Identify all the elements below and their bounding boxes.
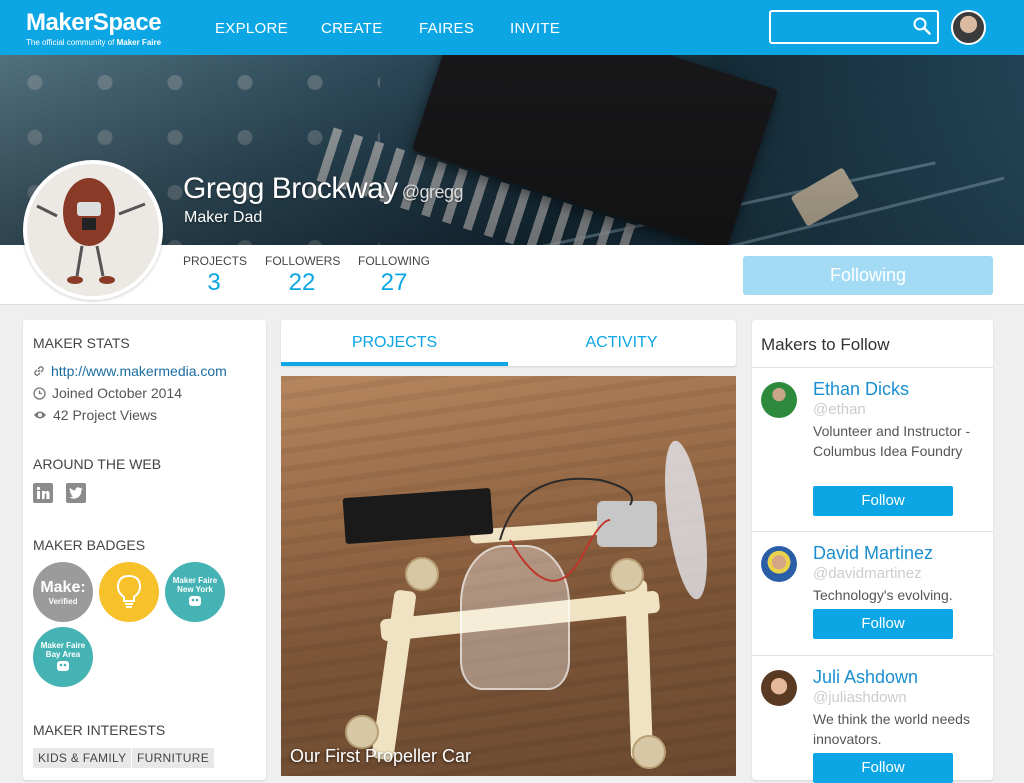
maker-stats-title: MAKER STATS bbox=[33, 335, 130, 351]
robot-icon bbox=[57, 661, 69, 671]
robot-icon bbox=[189, 596, 201, 606]
profile-handle: @gregg bbox=[401, 182, 464, 202]
stat-label: FOLLOWERS bbox=[265, 254, 341, 268]
user-avatar[interactable] bbox=[951, 10, 986, 45]
maker-name[interactable]: Juli Ashdown bbox=[813, 667, 918, 688]
clock-icon bbox=[33, 386, 46, 400]
search-input[interactable] bbox=[771, 12, 911, 42]
nav-faires[interactable]: FAIRES bbox=[419, 20, 474, 37]
maker-avatar[interactable] bbox=[761, 670, 797, 706]
logo-text: MakerSpace bbox=[26, 9, 162, 36]
maker-handle: @davidmartinez bbox=[813, 565, 922, 582]
views-text: 42 Project Views bbox=[53, 407, 158, 423]
badge-make-verified[interactable]: Make: Verified bbox=[33, 562, 93, 622]
maker-handle: @juliashdown bbox=[813, 689, 907, 706]
maker-avatar[interactable] bbox=[761, 546, 797, 582]
lightbulb-icon bbox=[116, 574, 142, 608]
stat-label: PROJECTS bbox=[183, 254, 248, 268]
maker-description: Technology's evolving. bbox=[813, 587, 953, 603]
cork-wheel bbox=[632, 735, 666, 769]
makerspace-logo[interactable]: MakerSpace The official community of Mak… bbox=[26, 8, 162, 48]
profile-name: Gregg Brockway bbox=[183, 172, 398, 205]
maker-card: Ethan Dicks @ethan Volunteer and Instruc… bbox=[752, 367, 993, 531]
stat-following[interactable]: FOLLOWING 27 bbox=[358, 254, 430, 298]
wires bbox=[499, 477, 633, 582]
cork-wheel bbox=[345, 715, 379, 749]
badge-line1: Maker Faire bbox=[40, 641, 86, 650]
maker-card: David Martinez @davidmartinez Technology… bbox=[752, 531, 993, 655]
stat-value: 27 bbox=[380, 269, 408, 296]
tab-projects[interactable]: PROJECTS bbox=[281, 320, 508, 366]
badge-line2: Bay Area bbox=[45, 650, 81, 659]
makers-to-follow: Makers to Follow Ethan Dicks @ethan Volu… bbox=[752, 320, 993, 783]
twitter-icon[interactable] bbox=[66, 483, 86, 503]
maker-name[interactable]: David Martinez bbox=[813, 543, 933, 564]
joined-text: Joined October 2014 bbox=[52, 385, 182, 401]
cork-wheel bbox=[405, 557, 439, 591]
follow-button[interactable]: Follow bbox=[813, 753, 953, 783]
content-tabs: PROJECTS ACTIVITY bbox=[281, 320, 736, 366]
around-web-title: AROUND THE WEB bbox=[33, 456, 162, 472]
badge-line2: Verified bbox=[48, 596, 78, 606]
logo-tagline: The official community of Maker Faire bbox=[26, 38, 161, 48]
badge-line1: Maker Faire bbox=[172, 576, 218, 585]
website-link[interactable]: http://www.makermedia.com bbox=[51, 363, 227, 379]
views-row: 42 Project Views bbox=[33, 407, 157, 423]
badge-line2: New York bbox=[177, 585, 213, 594]
project-caption[interactable]: Our First Propeller Car bbox=[290, 746, 471, 767]
tab-activity[interactable]: ACTIVITY bbox=[508, 320, 735, 366]
joined-row: Joined October 2014 bbox=[33, 385, 182, 401]
maker-sidebar: MAKER STATS http://www.makermedia.com Jo… bbox=[23, 320, 266, 780]
search-box bbox=[769, 10, 939, 44]
link-icon bbox=[34, 366, 44, 376]
badge-mf-bayarea[interactable]: Maker Faire Bay Area bbox=[33, 627, 93, 687]
stat-projects[interactable]: PROJECTS 3 bbox=[183, 254, 248, 298]
badge-mf-newyork[interactable]: Maker Faire New York bbox=[165, 562, 225, 622]
maker-badges-title: MAKER BADGES bbox=[33, 537, 146, 553]
interest-tag[interactable]: FURNITURE bbox=[132, 748, 215, 768]
maker-avatar[interactable] bbox=[761, 382, 797, 418]
nav-create[interactable]: CREATE bbox=[321, 20, 383, 37]
stat-value: 3 bbox=[207, 269, 221, 296]
tagline-brand: Maker Faire bbox=[116, 38, 162, 47]
tagline-text: The official community of bbox=[26, 38, 115, 47]
maker-handle: @ethan bbox=[813, 401, 866, 418]
maker-card: Juli Ashdown @juliashdown We think the w… bbox=[752, 655, 993, 783]
nav-explore[interactable]: EXPLORE bbox=[215, 20, 288, 37]
profile-avatar bbox=[23, 160, 163, 300]
search-icon[interactable] bbox=[913, 17, 931, 40]
following-button[interactable]: Following bbox=[743, 256, 993, 295]
badge-lightbulb[interactable] bbox=[99, 562, 159, 622]
profile-name-row: Gregg Brockway @gregg bbox=[183, 172, 464, 206]
follow-button[interactable]: Follow bbox=[813, 609, 953, 639]
top-nav: MakerSpace The official community of Mak… bbox=[0, 0, 1024, 55]
stat-label: FOLLOWING bbox=[358, 254, 431, 268]
maker-interests-title: MAKER INTERESTS bbox=[33, 722, 166, 738]
eye-icon bbox=[34, 411, 46, 419]
active-tab-indicator bbox=[281, 362, 508, 366]
website-row: http://www.makermedia.com bbox=[33, 363, 227, 379]
profile-title: Maker Dad bbox=[184, 209, 263, 226]
stat-followers[interactable]: FOLLOWERS 22 bbox=[265, 254, 341, 298]
badge-line1: Make: bbox=[40, 578, 86, 596]
makers-to-follow-title: Makers to Follow bbox=[761, 335, 890, 354]
interest-tag[interactable]: KIDS & FAMILY bbox=[33, 748, 132, 768]
maker-name[interactable]: Ethan Dicks bbox=[813, 379, 909, 400]
maker-description: We think the world needs innovators. bbox=[813, 711, 970, 747]
stat-value: 22 bbox=[288, 269, 316, 296]
follow-button[interactable]: Follow bbox=[813, 486, 953, 516]
nav-invite[interactable]: INVITE bbox=[510, 20, 560, 37]
maker-description: Volunteer and Instructor - Columbus Idea… bbox=[813, 423, 971, 459]
linkedin-icon[interactable] bbox=[33, 483, 53, 503]
